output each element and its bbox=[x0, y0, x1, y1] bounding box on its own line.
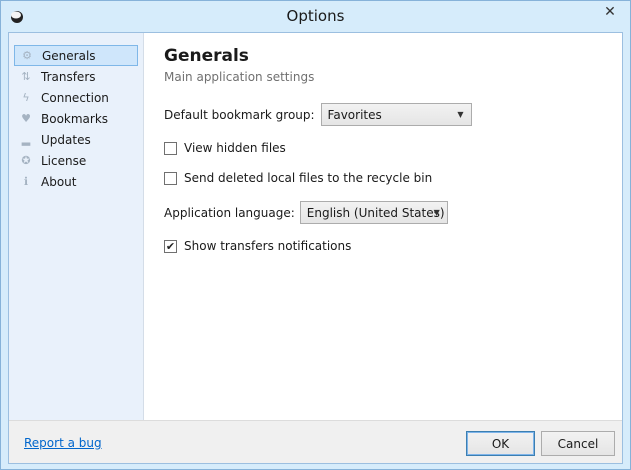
dialog-footer: Report a bug OK Cancel bbox=[9, 420, 622, 463]
sidebar-item-bookmarks[interactable]: ♥ Bookmarks bbox=[14, 108, 138, 129]
dialog-body: ⚙ Generals ⇅ Transfers ϟ Connection ♥ Bo… bbox=[8, 32, 623, 464]
view-hidden-row[interactable]: View hidden files bbox=[164, 141, 286, 155]
show-notifications-checkbox[interactable]: ✔ bbox=[164, 239, 177, 253]
lightning-icon: ϟ bbox=[22, 91, 30, 104]
language-label: Application language: bbox=[164, 205, 295, 220]
license-icon: ✪ bbox=[21, 154, 31, 167]
sidebar-item-label: License bbox=[41, 153, 87, 168]
sidebar-item-label: Transfers bbox=[41, 69, 96, 84]
sidebar-item-generals[interactable]: ⚙ Generals bbox=[14, 45, 138, 66]
bookmark-group-label: Default bookmark group: bbox=[164, 107, 315, 122]
heart-icon: ♥ bbox=[21, 112, 31, 125]
bookmark-group-value: Favorites bbox=[327, 107, 382, 122]
page-subtitle: Main application settings bbox=[164, 70, 315, 84]
sidebar-item-label: Bookmarks bbox=[41, 111, 109, 126]
send-deleted-row[interactable]: Send deleted local files to the recycle … bbox=[164, 171, 432, 185]
view-hidden-label[interactable]: View hidden files bbox=[184, 141, 286, 155]
language-value: English (United States) bbox=[306, 205, 445, 220]
send-deleted-label[interactable]: Send deleted local files to the recycle … bbox=[184, 171, 432, 185]
sidebar-item-connection[interactable]: ϟ Connection bbox=[14, 87, 138, 108]
info-icon: ℹ bbox=[23, 175, 29, 188]
sidebar-item-license[interactable]: ✪ License bbox=[14, 150, 138, 171]
sidebar-item-transfers[interactable]: ⇅ Transfers bbox=[14, 66, 138, 87]
sidebar: ⚙ Generals ⇅ Transfers ϟ Connection ♥ Bo… bbox=[9, 33, 144, 420]
sidebar-item-updates[interactable]: ▂ Updates bbox=[14, 129, 138, 150]
cancel-button[interactable]: Cancel bbox=[541, 431, 615, 456]
show-notifications-label[interactable]: Show transfers notifications bbox=[184, 239, 351, 253]
transfers-icon: ⇅ bbox=[21, 70, 31, 83]
bookmark-group-row: Default bookmark group: Favorites ▼ bbox=[164, 103, 472, 126]
language-select[interactable]: English (United States) ▼ bbox=[299, 201, 448, 224]
show-notifications-row[interactable]: ✔ Show transfers notifications bbox=[164, 239, 351, 253]
sidebar-item-label: Generals bbox=[42, 48, 96, 63]
bookmark-group-select[interactable]: Favorites ▼ bbox=[320, 103, 472, 126]
send-deleted-checkbox[interactable] bbox=[164, 171, 177, 185]
options-window: Options ✕ ⚙ Generals ⇅ Transfers ϟ Conne… bbox=[0, 0, 631, 470]
page-title: Generals bbox=[164, 46, 249, 66]
updates-icon: ▂ bbox=[21, 133, 31, 146]
settings-panel: Generals Main application settings Defau… bbox=[145, 33, 622, 420]
ok-button[interactable]: OK bbox=[466, 431, 535, 456]
close-icon[interactable]: ✕ bbox=[596, 1, 624, 23]
sidebar-item-about[interactable]: ℹ About bbox=[14, 171, 138, 192]
window-title: Options bbox=[286, 7, 345, 25]
sidebar-item-label: Updates bbox=[41, 132, 91, 147]
chevron-down-icon: ▼ bbox=[433, 208, 440, 217]
language-row: Application language: English (United St… bbox=[164, 201, 448, 224]
chevron-down-icon: ▼ bbox=[457, 110, 464, 119]
sidebar-item-label: Connection bbox=[41, 90, 109, 105]
title-bar[interactable]: Options ✕ bbox=[1, 1, 630, 32]
report-bug-link[interactable]: Report a bug bbox=[24, 436, 102, 450]
view-hidden-checkbox[interactable] bbox=[164, 141, 177, 155]
gear-icon: ⚙ bbox=[22, 49, 32, 62]
sidebar-item-label: About bbox=[41, 174, 77, 189]
